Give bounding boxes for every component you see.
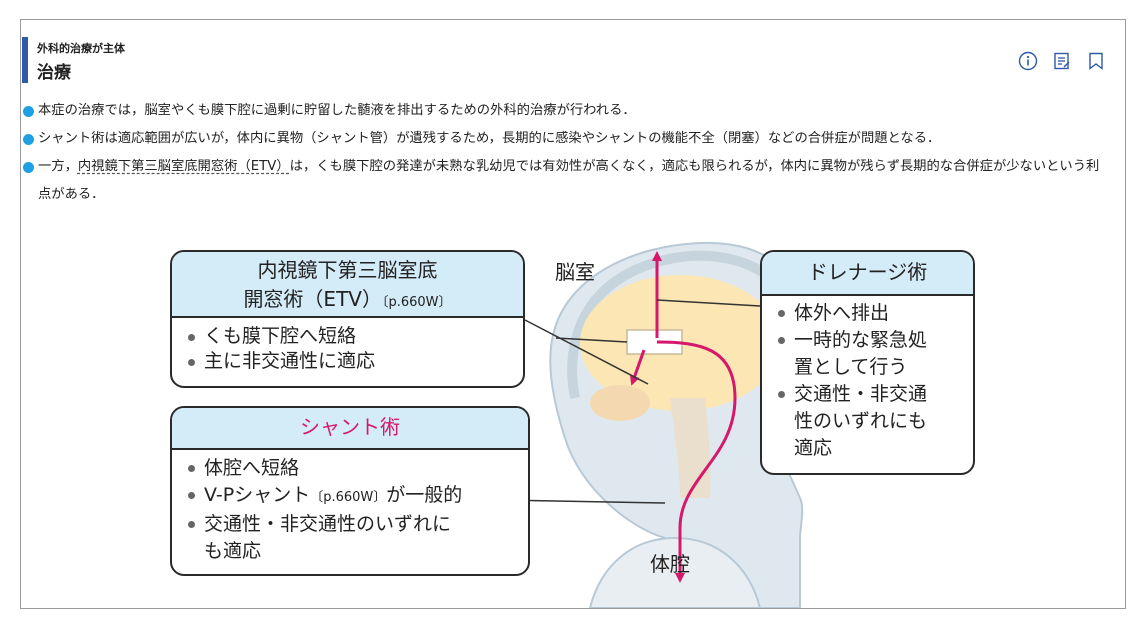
shunt-item-part: が一般的 <box>386 484 463 506</box>
bullet-text-pre: 一方， <box>38 159 78 174</box>
drain-box: ドレナージ術 体外へ排出 一時的な緊急処 置として行う 交通性・非交通 性のいず… <box>760 250 975 475</box>
etv-link[interactable]: 内視鏡下第三脳室底開窓術（ETV） <box>78 159 290 174</box>
bullet-dot-icon <box>23 134 34 145</box>
etv-box-body: くも膜下腔へ短絡 主に非交通性に適応 <box>172 318 523 380</box>
drain-item: 体外へ排出 <box>774 300 961 327</box>
treatment-figure: 内視鏡下第三脳室底 開窓術（ETV）〔p.660W〕 くも膜下腔へ短絡 主に非交… <box>160 238 990 608</box>
bullet-text: 本症の治療では，脳室やくも膜下腔に過剰に貯留した髄液を排出するための外科的治療が… <box>38 103 636 118</box>
bullet-dot-icon <box>23 162 34 173</box>
etv-title-line2: 開窓術（ETV） <box>243 287 382 311</box>
drain-item: 交通性・非交通 <box>774 381 961 408</box>
note-icon[interactable] <box>1051 50 1073 72</box>
ventricle-label: 脳室 <box>555 260 595 284</box>
etv-ref[interactable]: 〔p.660W〕 <box>382 295 452 310</box>
drain-box-body: 体外へ排出 一時的な緊急処 置として行う 交通性・非交通 性のいずれにも 適応 <box>762 296 973 468</box>
shunt-item: V-Pシャント〔p.660W〕が一般的 <box>184 482 516 511</box>
drain-item-cont: 置として行う <box>794 356 908 378</box>
shunt-box: シャント術 体腔へ短絡 V-Pシャント〔p.660W〕が一般的 交通性・非交通性… <box>170 406 530 576</box>
shunt-item-cont: も適応 <box>204 540 262 562</box>
section-subtitle: 外科的治療が主体 <box>37 42 125 55</box>
bullet-item: 一方，内視鏡下第三脳室底開窓術（ETV）は，くも膜下腔の発達が未熟な乳幼児では有… <box>23 153 1109 209</box>
bullet-item: シャント術は適応範囲が広いが，体内に異物（シャント管）が遺残するため，長期的に感… <box>23 125 1109 153</box>
shunt-item: 体腔へ短絡 <box>184 455 516 482</box>
etv-item: くも膜下腔へ短絡 <box>184 324 511 349</box>
drain-item: 一時的な緊急処 <box>774 327 961 354</box>
header-actions <box>1017 50 1107 72</box>
bullet-item: 本症の治療では，脳室やくも膜下腔に過剰に貯留した髄液を排出するための外科的治療が… <box>23 97 1109 125</box>
section-title: 治療 <box>37 63 71 83</box>
etv-item: 主に非交通性に適応 <box>184 349 511 374</box>
shunt-item-part: V-Pシャント <box>204 484 311 506</box>
etv-title-line1: 内視鏡下第三脳室底 <box>257 258 438 282</box>
drain-box-header: ドレナージ術 <box>762 252 973 296</box>
shunt-ref[interactable]: 〔p.660W〕 <box>310 490 386 505</box>
body-cavity-label: 体腔 <box>650 552 690 576</box>
header-accent-bar <box>22 37 28 83</box>
bookmark-icon[interactable] <box>1085 50 1107 72</box>
drain-item-cont: 性のいずれにも <box>794 410 928 432</box>
shunt-box-header: シャント術 <box>172 408 528 450</box>
bullet-dot-icon <box>23 106 34 117</box>
bullet-list: 本症の治療では，脳室やくも膜下腔に過剰に貯留した髄液を排出するための外科的治療が… <box>23 97 1109 209</box>
drain-item-cont: 適応 <box>794 437 833 459</box>
shunt-box-body: 体腔へ短絡 V-Pシャント〔p.660W〕が一般的 交通性・非交通性のいずれに … <box>172 450 528 571</box>
bullet-text: シャント術は適応範囲が広いが，体内に異物（シャント管）が遺残するため，長期的に感… <box>38 131 941 146</box>
etv-box: 内視鏡下第三脳室底 開窓術（ETV）〔p.660W〕 くも膜下腔へ短絡 主に非交… <box>170 250 525 388</box>
shunt-item: 交通性・非交通性のいずれに <box>184 511 516 538</box>
etv-box-header: 内視鏡下第三脳室底 開窓術（ETV）〔p.660W〕 <box>172 252 523 318</box>
info-icon[interactable] <box>1017 50 1039 72</box>
